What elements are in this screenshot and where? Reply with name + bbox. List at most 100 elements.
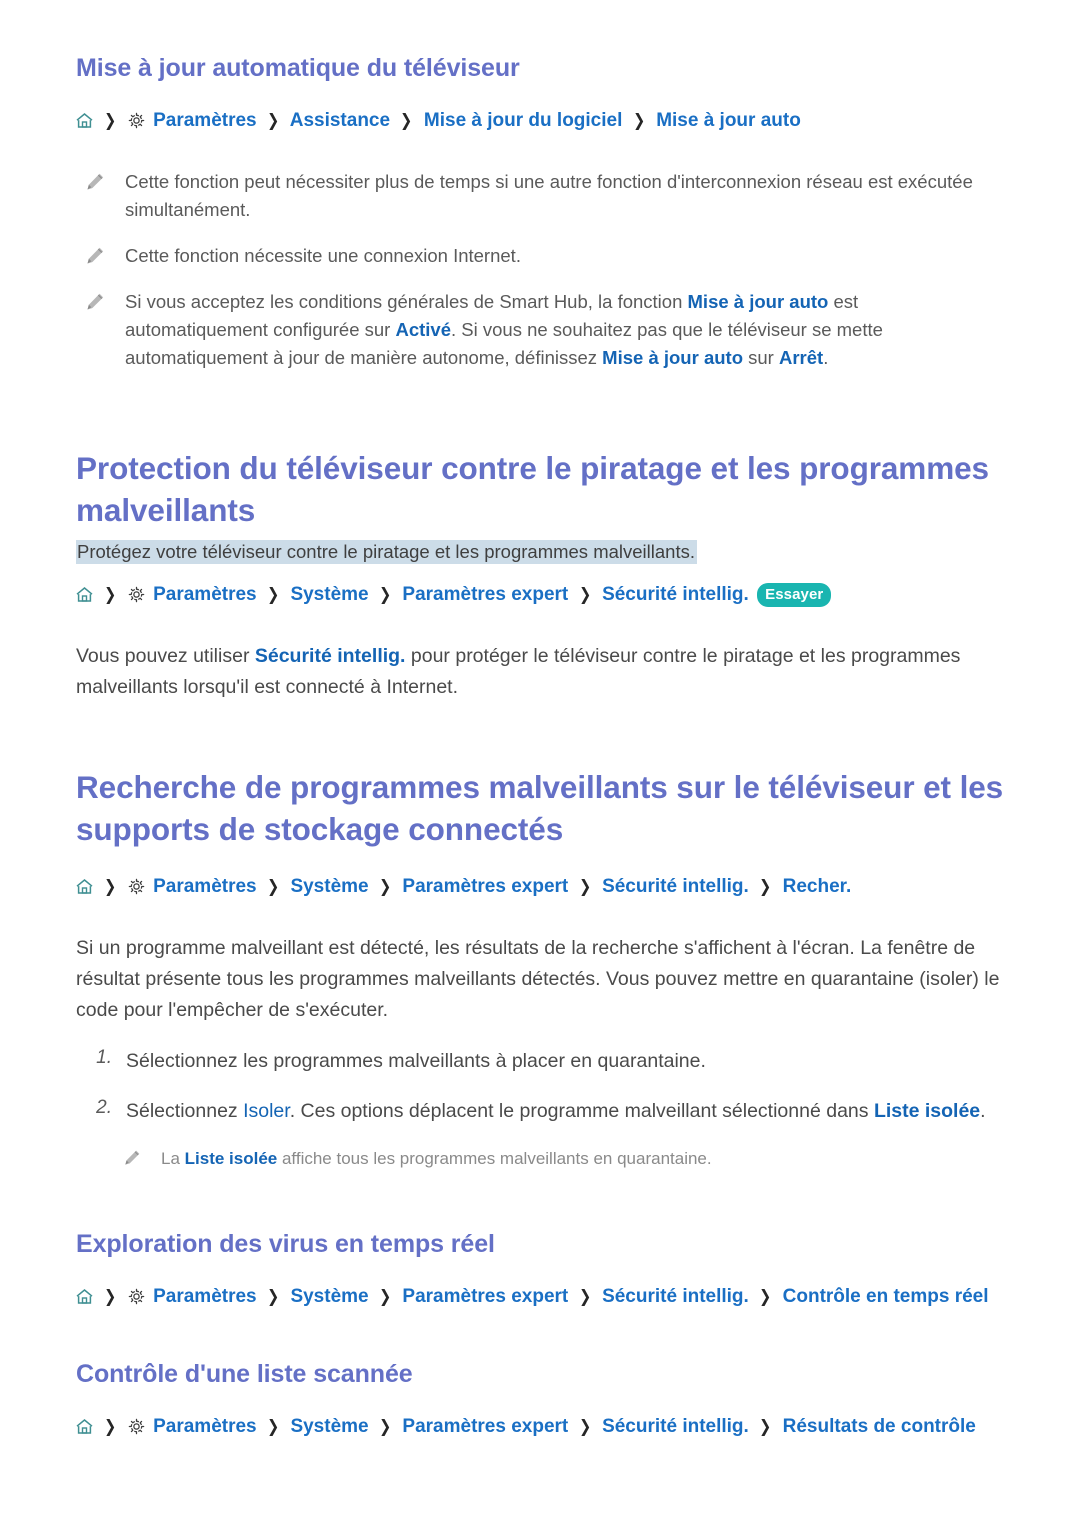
steps-list: 1. Sélectionnez les programmes malveilla…: [76, 1046, 1020, 1126]
breadcrumb-item-2[interactable]: Paramètres expert: [402, 876, 568, 897]
step-number: 1.: [96, 1046, 112, 1068]
chevron-right-icon: ❯: [379, 1287, 392, 1307]
chevron-right-icon: ❯: [104, 111, 117, 131]
breadcrumb-item-3[interactable]: Sécurité intellig.: [602, 1416, 749, 1437]
list-item: 2. Sélectionnez Isoler. Ces options dépl…: [76, 1096, 1020, 1126]
chevron-right-icon: ❯: [104, 1416, 117, 1436]
pencil-icon: [86, 242, 108, 265]
text-run: sur: [743, 347, 779, 369]
gear-icon[interactable]: [128, 112, 145, 129]
breadcrumb-item-0[interactable]: Paramètres: [153, 584, 257, 605]
breadcrumb-item-2[interactable]: Mise à jour du logiciel: [424, 110, 622, 131]
gear-icon[interactable]: [128, 878, 145, 895]
chevron-right-icon: ❯: [379, 876, 392, 896]
emphasis-term: Liste isolée: [184, 1149, 278, 1169]
breadcrumb-item-4[interactable]: Recher.: [783, 876, 852, 897]
breadcrumb-scan[interactable]: ❯ Paramètres ❯ Système ❯ Paramètres expe…: [76, 873, 1020, 902]
breadcrumb-item-0[interactable]: Paramètres: [153, 110, 257, 131]
page-title: Mise à jour automatique du téléviseur: [76, 54, 520, 82]
gear-icon[interactable]: [128, 586, 145, 603]
note-item: Cette fonction nécessite une connexion I…: [76, 242, 1020, 270]
breadcrumb-item-2[interactable]: Paramètres expert: [402, 1416, 568, 1437]
section-heading-protection: Protection du téléviseur contre le pirat…: [76, 450, 989, 529]
breadcrumb-item-1[interactable]: Système: [290, 876, 368, 897]
chevron-right-icon: ❯: [267, 111, 280, 131]
breadcrumb-item-3[interactable]: Sécurité intellig.: [602, 1286, 749, 1307]
section-auto-update: Mise à jour automatique du téléviseur ❯: [76, 52, 1020, 372]
home-icon[interactable]: [76, 878, 93, 894]
breadcrumb-item-2[interactable]: Paramètres expert: [402, 1286, 568, 1307]
chevron-right-icon: ❯: [267, 876, 280, 896]
breadcrumb-auto-update[interactable]: ❯ Paramètres ❯ Assistance ❯ Mise à jour …: [76, 107, 1020, 136]
chevron-right-icon: ❯: [267, 584, 280, 604]
home-icon[interactable]: [76, 1418, 93, 1434]
text-run: Vous pouvez utiliser: [76, 645, 255, 668]
home-icon[interactable]: [76, 113, 93, 128]
emphasis-term: Mise à jour auto: [602, 347, 743, 369]
chevron-right-icon: ❯: [759, 1287, 772, 1307]
chevron-right-icon: ❯: [104, 1287, 117, 1307]
text-run: . Ces options déplacent le programme mal…: [289, 1099, 874, 1122]
section-heading-realtime: Exploration des virus en temps réel: [76, 1229, 495, 1258]
breadcrumb-item-3[interactable]: Sécurité intellig.: [602, 584, 749, 605]
chevron-right-icon: ❯: [759, 876, 772, 896]
text-run: La: [161, 1149, 185, 1169]
try-now-badge[interactable]: Essayer: [757, 582, 832, 607]
scan-body-text: Si un programme malveillant est détecté,…: [76, 933, 1006, 1025]
breadcrumb-protection[interactable]: ❯ Paramètres ❯ Système ❯ Paramètres expe…: [76, 581, 1020, 610]
gear-icon[interactable]: [128, 1418, 145, 1435]
emphasis-term: Liste isolée: [873, 1099, 981, 1122]
breadcrumb-item-3[interactable]: Sécurité intellig.: [602, 876, 749, 897]
breadcrumb-item-2[interactable]: Paramètres expert: [402, 584, 568, 605]
step-text: Sélectionnez Isoler. Ces options déplace…: [126, 1096, 986, 1126]
chevron-right-icon: ❯: [400, 111, 413, 131]
inline-link[interactable]: Isoler: [243, 1100, 290, 1122]
breadcrumb-item-3[interactable]: Mise à jour auto: [656, 110, 801, 131]
breadcrumb-item-1[interactable]: Système: [290, 1286, 368, 1307]
chevron-right-icon: ❯: [632, 111, 645, 131]
emphasis-term: Mise à jour auto: [687, 291, 829, 313]
section-heading-results: Contrôle d'une liste scannée: [76, 1359, 413, 1388]
note-item: Si vous acceptez les conditions générale…: [76, 288, 1020, 372]
text-run: Sélectionnez les programmes malveillants…: [126, 1049, 706, 1072]
chevron-right-icon: ❯: [379, 584, 392, 604]
section-scan: Recherche de programmes malveillants sur…: [76, 767, 1020, 1172]
list-item: 1. Sélectionnez les programmes malveilla…: [76, 1046, 1020, 1076]
section-heading-scan: Recherche de programmes malveillants sur…: [76, 768, 1004, 847]
chevron-right-icon: ❯: [578, 584, 591, 604]
text-run: .: [823, 347, 829, 369]
emphasis-term: Arrêt: [778, 347, 824, 369]
breadcrumb-item-0[interactable]: Paramètres: [153, 1286, 257, 1307]
chevron-right-icon: ❯: [267, 1416, 280, 1436]
text-run: Sélectionnez: [126, 1099, 244, 1122]
breadcrumb-item-0[interactable]: Paramètres: [153, 1416, 257, 1437]
breadcrumb-results[interactable]: ❯ Paramètres ❯ Système ❯ Paramètres expe…: [76, 1413, 1020, 1442]
section-results: Contrôle d'une liste scannée ❯ Paramètre…: [76, 1358, 1020, 1442]
text-run: Cette fonction peut nécessiter plus de t…: [125, 170, 973, 220]
text-run: .: [980, 1099, 986, 1122]
step-number: 2.: [96, 1096, 112, 1118]
home-icon[interactable]: [76, 586, 93, 602]
breadcrumb-item-0[interactable]: Paramètres: [153, 876, 257, 897]
breadcrumb-realtime[interactable]: ❯ Paramètres ❯ Système ❯ Paramètres expe…: [76, 1283, 1020, 1312]
note-text: Cette fonction nécessite une connexion I…: [125, 242, 521, 270]
breadcrumb-item-1[interactable]: Système: [290, 1416, 368, 1437]
text-run: Cette fonction nécessite une connexion I…: [125, 244, 521, 266]
pencil-icon: [124, 1146, 146, 1166]
breadcrumb-item-4[interactable]: Contrôle en temps réel: [783, 1286, 989, 1307]
breadcrumb-item-1[interactable]: Assistance: [290, 110, 390, 131]
emphasis-term: Activé: [395, 319, 451, 341]
highlighted-text: Protégez votre téléviseur contre le pira…: [76, 540, 697, 565]
chevron-right-icon: ❯: [759, 1416, 772, 1436]
gear-icon[interactable]: [128, 1288, 145, 1305]
step-text: Sélectionnez les programmes malveillants…: [126, 1046, 706, 1076]
home-icon[interactable]: [76, 1289, 93, 1304]
breadcrumb-item-4[interactable]: Résultats de contrôle: [783, 1416, 976, 1437]
breadcrumb-item-1[interactable]: Système: [290, 584, 368, 605]
section-protection: Protection du téléviseur contre le pirat…: [76, 448, 1020, 703]
document-page: Mise à jour automatique du téléviseur ❯: [0, 0, 1080, 1527]
protection-body-text: Vous pouvez utiliser Sécurité intellig. …: [76, 641, 1006, 703]
chevron-right-icon: ❯: [104, 584, 117, 604]
text-run: Si un programme malveillant est détecté,…: [76, 937, 1000, 1021]
note-text: Cette fonction peut nécessiter plus de t…: [125, 168, 1000, 224]
